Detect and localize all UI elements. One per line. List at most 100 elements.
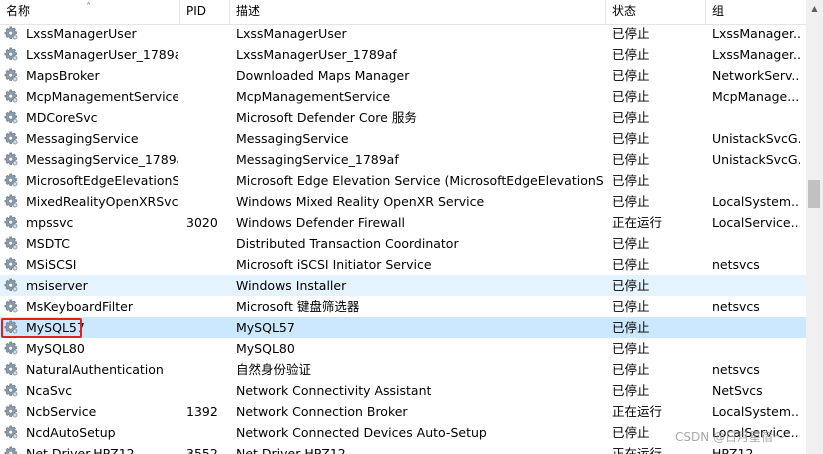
service-name-cell: McpManagementService: [4, 86, 178, 107]
service-name: msiserver: [25, 278, 88, 293]
service-description: Microsoft iSCSI Initiator Service: [236, 257, 432, 272]
service-name: Net.Driver.HPZ12: [25, 446, 135, 454]
vertical-scrollbar[interactable]: ▲: [806, 0, 823, 454]
gear-service-icon: [4, 68, 18, 82]
service-row[interactable]: NaturalAuthentication 自然身份验证 已停止 netsvcs: [0, 359, 806, 380]
service-status: 已停止: [612, 131, 650, 146]
gear-service-icon: [4, 194, 18, 208]
service-pid: [186, 296, 230, 317]
service-group: netsvcs: [712, 362, 760, 377]
column-header: 名称 ˄ PID 描述 状态 组: [0, 0, 806, 25]
service-description: MessagingService_1789af: [236, 152, 399, 167]
service-name: MessagingService: [25, 131, 139, 146]
gear-service-icon: [4, 47, 18, 61]
service-row[interactable]: McpManagementService McpManagementService…: [0, 86, 806, 107]
service-status: 已停止: [612, 26, 650, 41]
scrollbar-thumb[interactable]: [808, 180, 820, 208]
service-description: Network Connected Devices Auto-Setup: [236, 425, 487, 440]
service-status: 已停止: [612, 152, 650, 167]
gear-service-icon: [4, 173, 18, 187]
service-pid: [186, 86, 230, 107]
service-status: 已停止: [612, 257, 650, 272]
service-description: LxssManagerUser: [236, 26, 347, 41]
service-row[interactable]: MessagingService MessagingService 已停止 Unist…: [0, 128, 806, 149]
service-row[interactable]: MySQL57 MySQL57 已停止: [0, 317, 806, 338]
highlight-box: [1, 318, 82, 338]
service-pid: 3552: [186, 446, 218, 454]
service-name: NcdAutoSetup: [25, 425, 116, 440]
service-pid: [186, 317, 230, 338]
service-row[interactable]: mpssvc 3020 Windows Defender Firewall 正在运行 L…: [0, 212, 806, 233]
gear-service-icon: [4, 383, 18, 397]
service-pid: [186, 149, 230, 170]
service-row[interactable]: MySQL80 MySQL80 已停止: [0, 338, 806, 359]
service-row[interactable]: MapsBroker Downloaded Maps Manager 已停止 Netw…: [0, 65, 806, 86]
service-description: MySQL57: [236, 320, 295, 335]
gear-service-icon: [4, 425, 18, 439]
service-row[interactable]: MSDTC Distributed Transaction Coordinator…: [0, 233, 806, 254]
service-pid: [186, 65, 230, 86]
service-name: MixedRealityOpenXRSvc: [25, 194, 178, 209]
service-group: [712, 338, 800, 359]
service-pid: [186, 359, 230, 380]
gear-service-icon: [4, 152, 18, 166]
service-row[interactable]: MessagingService_1789af MessagingService_…: [0, 149, 806, 170]
service-row[interactable]: msiserver Windows Installer 已停止: [0, 275, 806, 296]
service-name-cell: mpssvc: [4, 212, 178, 233]
services-list: LxssManagerUser LxssManagerUser 已停止 LxssMan…: [0, 24, 806, 454]
service-status: 已停止: [612, 47, 650, 62]
service-name-cell: LxssManagerUser: [4, 24, 178, 44]
service-name: MSDTC: [25, 236, 70, 251]
service-group: UnistackSvcG...: [712, 131, 800, 146]
header-description[interactable]: 描述: [230, 0, 606, 24]
service-status: 已停止: [612, 320, 650, 335]
service-status: 已停止: [612, 236, 650, 251]
service-status: 已停止: [612, 341, 650, 356]
service-pid: [186, 338, 230, 359]
scroll-up-arrow-icon[interactable]: ▲: [806, 0, 823, 17]
service-row[interactable]: LxssManagerUser LxssManagerUser 已停止 LxssMan…: [0, 24, 806, 44]
service-pid: [186, 422, 230, 443]
service-name: MDCoreSvc: [25, 110, 98, 125]
gear-service-icon: [4, 446, 17, 454]
service-row[interactable]: MSiSCSI Microsoft iSCSI Initiator Service…: [0, 254, 806, 275]
service-row[interactable]: MixedRealityOpenXRSvc Windows Mixed Reali…: [0, 191, 806, 212]
service-description: Microsoft 键盘筛选器: [236, 299, 360, 314]
header-status[interactable]: 状态: [606, 0, 706, 24]
service-name-cell: NcbService: [4, 401, 178, 422]
service-group: [712, 317, 800, 338]
service-description: LxssManagerUser_1789af: [236, 47, 397, 62]
service-name: MsKeyboardFilter: [25, 299, 133, 314]
service-group: NetSvcs: [712, 383, 763, 398]
service-pid: [186, 24, 230, 44]
service-status: 已停止: [612, 68, 650, 83]
service-name-cell: MSDTC: [4, 233, 178, 254]
service-row[interactable]: MsKeyboardFilter Microsoft 键盘筛选器 已停止 netsvc…: [0, 296, 806, 317]
gear-service-icon: [4, 362, 18, 376]
service-name-cell: MySQL80: [4, 338, 178, 359]
service-status: 已停止: [612, 278, 650, 293]
service-pid: [186, 44, 230, 65]
service-row[interactable]: LxssManagerUser_1789af LxssManagerUser_17…: [0, 44, 806, 65]
service-group: [712, 275, 800, 296]
service-row[interactable]: NcaSvc Network Connectivity Assistant 已停止 N…: [0, 380, 806, 401]
service-description: MessagingService: [236, 131, 349, 146]
service-row[interactable]: MicrosoftEdgeElevationS... Microsoft Edge…: [0, 170, 806, 191]
service-name: mpssvc: [25, 215, 74, 230]
watermark: CSDN @日月星宿～: [675, 430, 786, 444]
header-name[interactable]: 名称 ˄: [0, 0, 180, 24]
service-name-cell: MSiSCSI: [4, 254, 178, 275]
service-name-cell: MDCoreSvc: [4, 107, 178, 128]
service-description: Windows Mixed Reality OpenXR Service: [236, 194, 485, 209]
gear-service-icon: [4, 257, 18, 271]
header-group[interactable]: 组: [706, 0, 806, 24]
service-group: [712, 170, 800, 191]
service-pid: [186, 233, 230, 254]
header-group-label: 组: [712, 4, 725, 18]
header-pid[interactable]: PID: [180, 0, 230, 24]
service-row[interactable]: NcbService 1392 Network Connection Broker 正…: [0, 401, 806, 422]
service-row[interactable]: MDCoreSvc Microsoft Defender Core 服务 已停止: [0, 107, 806, 128]
header-status-label: 状态: [612, 4, 637, 18]
service-name-cell: MapsBroker: [4, 65, 178, 86]
service-description: Network Connectivity Assistant: [236, 383, 432, 398]
